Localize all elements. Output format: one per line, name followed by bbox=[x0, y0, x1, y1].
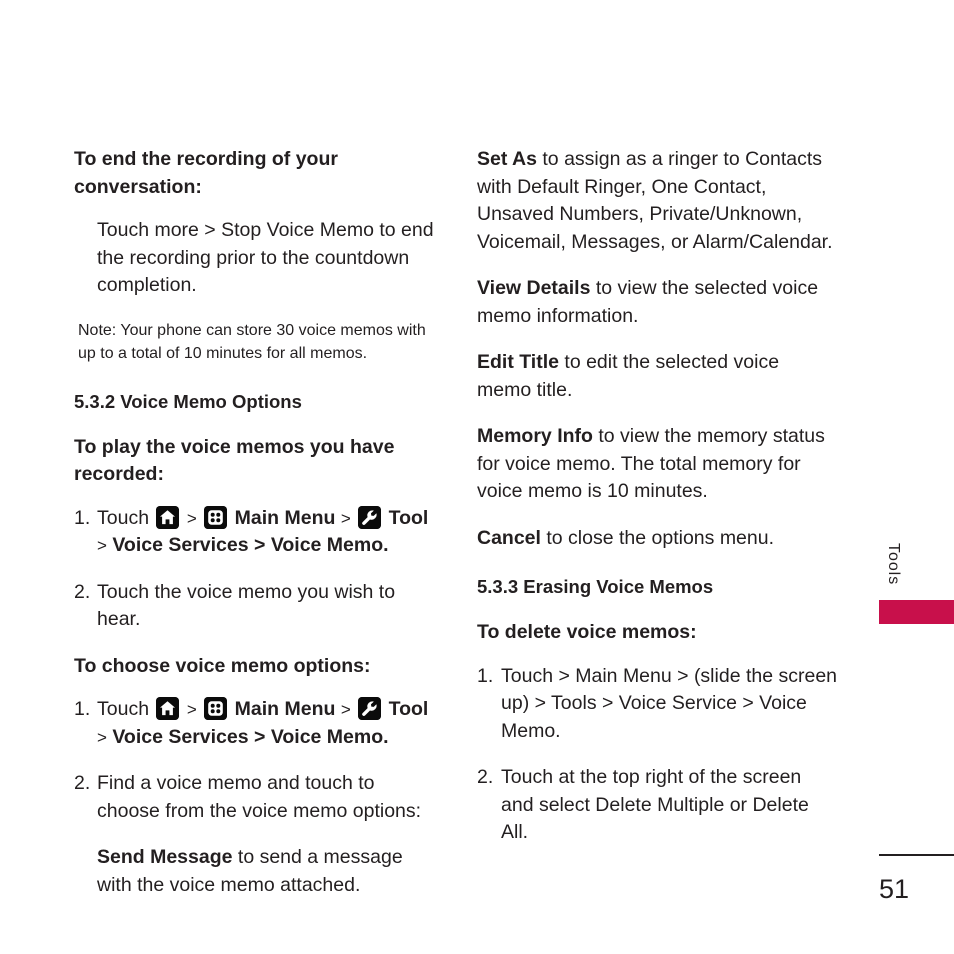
side-tab-accent-bar bbox=[879, 600, 954, 624]
main-menu-grid-icon[interactable] bbox=[204, 505, 228, 529]
list-item: 1. Touch > Main Menu > Tool > Voice Serv… bbox=[74, 696, 434, 751]
label-main-menu: Main Menu bbox=[234, 506, 336, 529]
list-number: 2. bbox=[74, 580, 91, 603]
tool-wrench-icon[interactable] bbox=[358, 697, 382, 720]
step-text: Touch at the top right of the screen and… bbox=[501, 766, 809, 843]
list-number: 1. bbox=[477, 664, 494, 687]
option-description: to close the options menu. bbox=[540, 526, 775, 549]
separator-icon: > bbox=[97, 536, 107, 555]
option-term: Set As bbox=[477, 148, 537, 170]
label-tool: Tool bbox=[388, 506, 429, 529]
option-memory-info: Memory Info to view the memory status fo… bbox=[477, 423, 837, 506]
step-tail-path: Voice Services > Voice Memo. bbox=[112, 725, 389, 748]
option-term: Memory Info bbox=[477, 425, 593, 447]
manual-page: To end the recording of your conversatio… bbox=[0, 0, 954, 954]
list-number: 2. bbox=[74, 772, 91, 794]
heading-end-recording: To end the recording of your conversatio… bbox=[74, 148, 338, 198]
option-term: Edit Title bbox=[477, 351, 559, 373]
heading-choose-options: To choose voice memo options: bbox=[74, 654, 371, 677]
home-icon[interactable] bbox=[156, 505, 180, 529]
list-number: 1. bbox=[74, 506, 91, 529]
option-send-message: Send Message to send a message with the … bbox=[97, 844, 434, 899]
step-text-touch: Touch bbox=[97, 506, 150, 529]
step-text: Touch > Main Menu > (slide the screen up… bbox=[501, 664, 838, 742]
option-term: Send Message bbox=[97, 846, 233, 868]
body-stop-voice-memo: Touch more > Stop Voice Memo to end the … bbox=[97, 219, 434, 296]
option-term: View Details bbox=[477, 277, 591, 299]
step-tail-path: Voice Services > Voice Memo. bbox=[112, 534, 389, 556]
section-heading-532: 5.3.2 Voice Memo Options bbox=[74, 390, 302, 412]
separator-icon: > bbox=[186, 508, 197, 528]
list-item: 1. Touch > Main Menu > (slide the screen… bbox=[477, 663, 837, 746]
list-number: 1. bbox=[74, 698, 91, 720]
home-icon[interactable] bbox=[156, 697, 180, 720]
separator-icon: > bbox=[340, 700, 351, 719]
list-item: 2. Touch at the top right of the screen … bbox=[477, 764, 837, 847]
option-cancel: Cancel to close the options menu. bbox=[477, 525, 837, 553]
left-column: To end the recording of your conversatio… bbox=[74, 146, 434, 918]
heading-play-voice-memos: To play the voice memos you have recorde… bbox=[74, 435, 395, 486]
separator-icon: > bbox=[186, 700, 197, 719]
section-heading-533: 5.3.3 Erasing Voice Memos bbox=[477, 576, 714, 597]
option-term: Cancel bbox=[477, 526, 541, 549]
option-edit-title: Edit Title to edit the selected voice me… bbox=[477, 349, 837, 404]
step-text: Find a voice memo and touch to choose fr… bbox=[97, 772, 422, 822]
heading-delete-voice-memos: To delete voice memos: bbox=[477, 621, 697, 643]
label-main-menu: Main Menu bbox=[234, 698, 336, 720]
page-number: 51 bbox=[879, 874, 910, 904]
separator-icon: > bbox=[97, 727, 107, 747]
list-number: 2. bbox=[477, 766, 494, 788]
list-item: 2. Touch the voice memo you wish to hear… bbox=[74, 579, 434, 634]
step-text-touch: Touch bbox=[97, 698, 150, 720]
label-tool: Tool bbox=[388, 698, 429, 720]
side-tab-label: Tools bbox=[885, 543, 902, 586]
footer-divider bbox=[879, 854, 954, 856]
right-column: Set As to assign as a ringer to Contacts… bbox=[477, 146, 837, 866]
main-menu-grid-icon[interactable] bbox=[204, 697, 228, 720]
note-storage-limits: Note: Your phone can store 30 voice memo… bbox=[78, 321, 426, 362]
tool-wrench-icon[interactable] bbox=[358, 505, 382, 529]
option-set-as: Set As to assign as a ringer to Contacts… bbox=[477, 146, 837, 256]
list-item: 2. Find a voice memo and touch to choose… bbox=[74, 770, 434, 825]
step-text: Touch the voice memo you wish to hear. bbox=[97, 580, 396, 631]
separator-icon: > bbox=[340, 508, 351, 528]
list-item: 1. Touch > Main Menu > Tool > Voice Serv… bbox=[74, 505, 434, 560]
option-view-details: View Details to view the selected voice … bbox=[477, 275, 837, 330]
